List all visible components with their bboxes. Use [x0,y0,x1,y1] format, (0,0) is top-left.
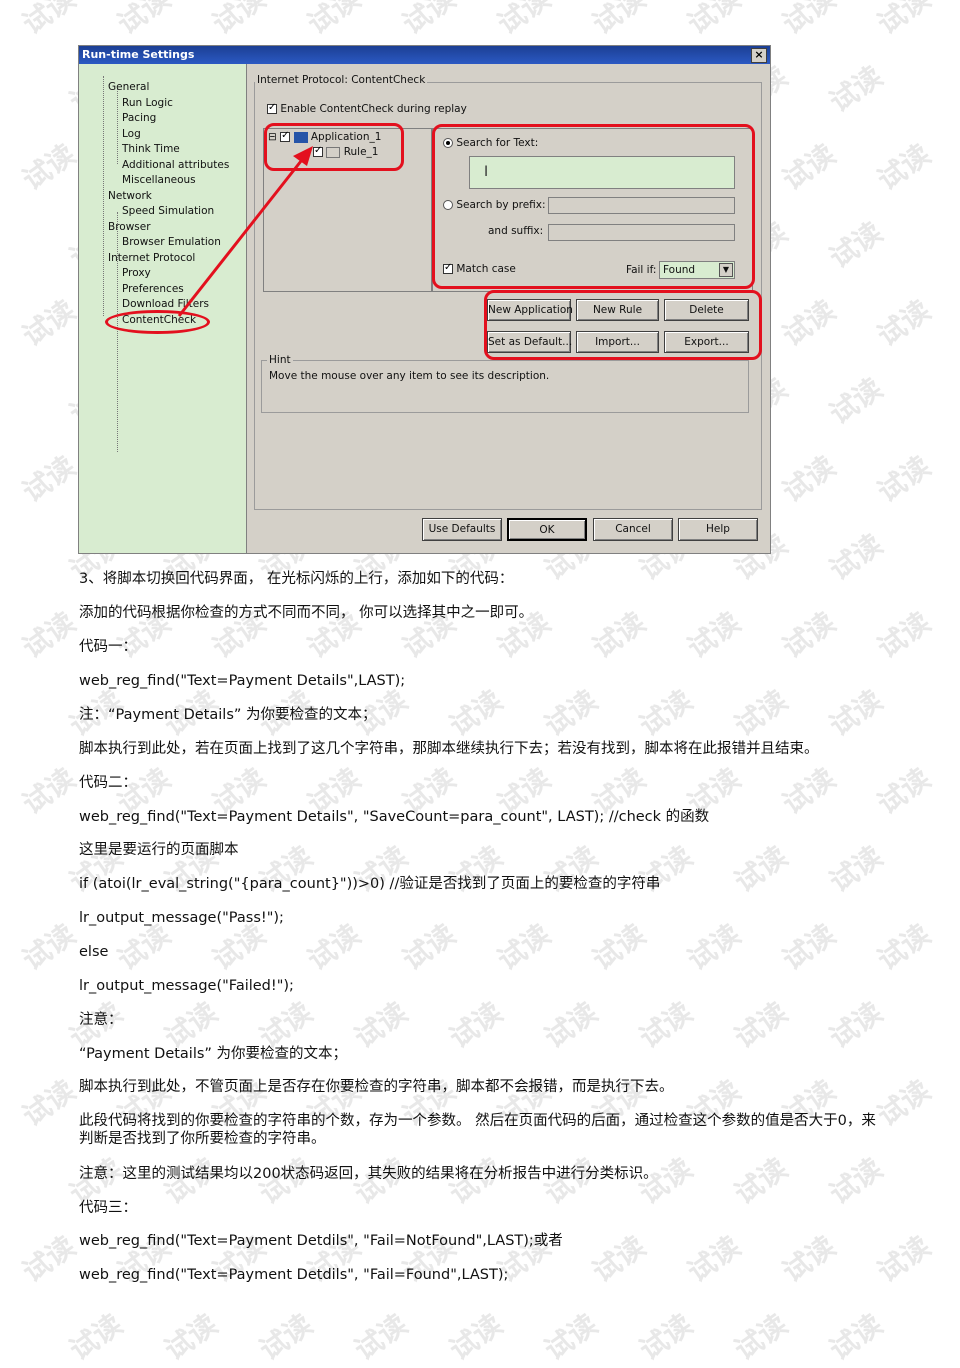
watermark-text: 试读 [871,1229,937,1289]
paragraph: 3、将脚本切换回代码界面， 在光标闪烁的上行，添加如下的代码： [79,571,514,587]
code-line: lr_output_message("Failed!"); [79,978,294,994]
watermark-text: 试读 [681,917,747,977]
watermark-text: 试读 [776,1229,842,1289]
note: 注：“Payment Details” 为你要检查的文本； [79,707,377,723]
watermark-text: 试读 [538,1307,604,1367]
watermark-text: 试读 [823,59,889,119]
note: 注意：这里的测试结果均以200状态码返回，其失败的结果将在分析报告中进行分类标识… [79,1166,658,1182]
watermark-text: 试读 [491,0,557,41]
watermark-text: 试读 [776,605,842,665]
watermark-text: 试读 [16,137,82,197]
watermark-text: 试读 [396,0,462,41]
code-line: lr_output_message("Pass!"); [79,910,284,926]
watermark-text: 试读 [16,605,82,665]
heading-note: 注意： [79,1012,123,1028]
watermark-text: 试读 [823,527,889,587]
watermark-text: 试读 [586,1229,652,1289]
watermark-text: 试读 [253,1307,319,1367]
watermark-text: 试读 [538,995,604,1055]
watermark-text: 试读 [728,1307,794,1367]
watermark-text: 试读 [301,917,367,977]
watermark-text: 试读 [16,0,82,41]
heading-code-two: 代码二： [79,775,137,791]
watermark-text: 试读 [728,1151,794,1211]
watermark-text: 试读 [538,683,604,743]
watermark-text: 试读 [16,293,82,353]
watermark-text: 试读 [443,995,509,1055]
watermark-text: 试读 [871,293,937,353]
code-line: web_reg_find("Text=Payment Details", "Sa… [79,809,710,825]
watermark-text: 试读 [586,917,652,977]
code-line: web_reg_find("Text=Payment Detdils", "Fa… [79,1267,509,1283]
watermark-text: 试读 [776,917,842,977]
watermark-text: 试读 [16,1229,82,1289]
watermark-text: 试读 [776,761,842,821]
watermark-text: 试读 [443,683,509,743]
watermark-text: 试读 [396,917,462,977]
watermark-text: 试读 [206,0,272,41]
watermark-text: 试读 [823,1307,889,1367]
watermark-text: 试读 [776,293,842,353]
run-time-settings-dialog: Run-time Settings × General Run Logic Paci… [78,45,771,554]
watermark-text: 试读 [823,371,889,431]
arrow-head [293,146,313,166]
heading-code-one: 代码一： [79,639,137,655]
watermark-text: 试读 [16,449,82,509]
watermark-text: 试读 [728,839,794,899]
annotation-arrow [177,146,313,317]
watermark-text: 试读 [681,1229,747,1289]
watermark-text: 试读 [16,761,82,821]
watermark-text: 试读 [823,215,889,275]
watermark-text: 试读 [633,683,699,743]
watermark-text: 试读 [63,1307,129,1367]
watermark-text: 试读 [16,1073,82,1133]
paragraph: 添加的代码根据你检查的方式不同而不同， 你可以选择其中之一即可。 [79,605,534,621]
watermark-text: 试读 [823,995,889,1055]
watermark-text: 试读 [633,1307,699,1367]
watermark-text: 试读 [871,449,937,509]
watermark-text: 试读 [776,449,842,509]
watermark-text: 试读 [111,0,177,41]
code-line: web_reg_find("Text=Payment Detdils", "Fa… [79,1233,563,1249]
code-line: web_reg_find("Text=Payment Details",LAST… [79,673,406,689]
paragraph: 脚本执行到此处，若在页面上找到了这几个字符串，那脚本继续执行下去；若没有找到，脚… [79,741,819,757]
watermark-text: 试读 [823,683,889,743]
watermark-text: 试读 [586,605,652,665]
watermark-text: 试读 [871,0,937,41]
watermark-text: 试读 [776,0,842,41]
watermark-text: 试读 [823,839,889,899]
note: “Payment Details” 为你要检查的文本； [79,1046,348,1062]
watermark-text: 试读 [301,0,367,41]
watermark-text: 试读 [16,917,82,977]
watermark-text: 试读 [871,761,937,821]
watermark-text: 试读 [158,1307,224,1367]
paragraph: 这里是要运行的页面脚本 [79,842,239,858]
watermark-text: 试读 [586,0,652,41]
watermark-text: 试读 [681,605,747,665]
watermark-text: 试读 [633,995,699,1055]
code-line: else [79,944,109,960]
watermark-text: 试读 [823,1151,889,1211]
watermark-text: 试读 [491,917,557,977]
code-line: if (atoi(lr_eval_string("{para_count}"))… [79,876,661,892]
watermark-text: 试读 [443,1307,509,1367]
arrow-line [177,155,307,317]
watermark-text: 试读 [871,605,937,665]
watermark-text: 试读 [348,1307,414,1367]
watermark-text: 试读 [728,995,794,1055]
watermark-text: 试读 [728,683,794,743]
watermark-text: 试读 [871,137,937,197]
watermark-text: 试读 [776,137,842,197]
paragraph: 脚本执行到此处，不管页面上是否存在你要检查的字符串，脚本都不会报错，而是执行下去… [79,1079,674,1095]
watermark-text: 试读 [348,995,414,1055]
watermark-text: 试读 [871,917,937,977]
paragraph: 此段代码将找到的你要检查的字符串的个数，存为一个参数。 然后在页面代码的后面，通… [79,1113,876,1147]
watermark-text: 试读 [681,0,747,41]
heading-code-three: 代码三： [79,1200,137,1216]
